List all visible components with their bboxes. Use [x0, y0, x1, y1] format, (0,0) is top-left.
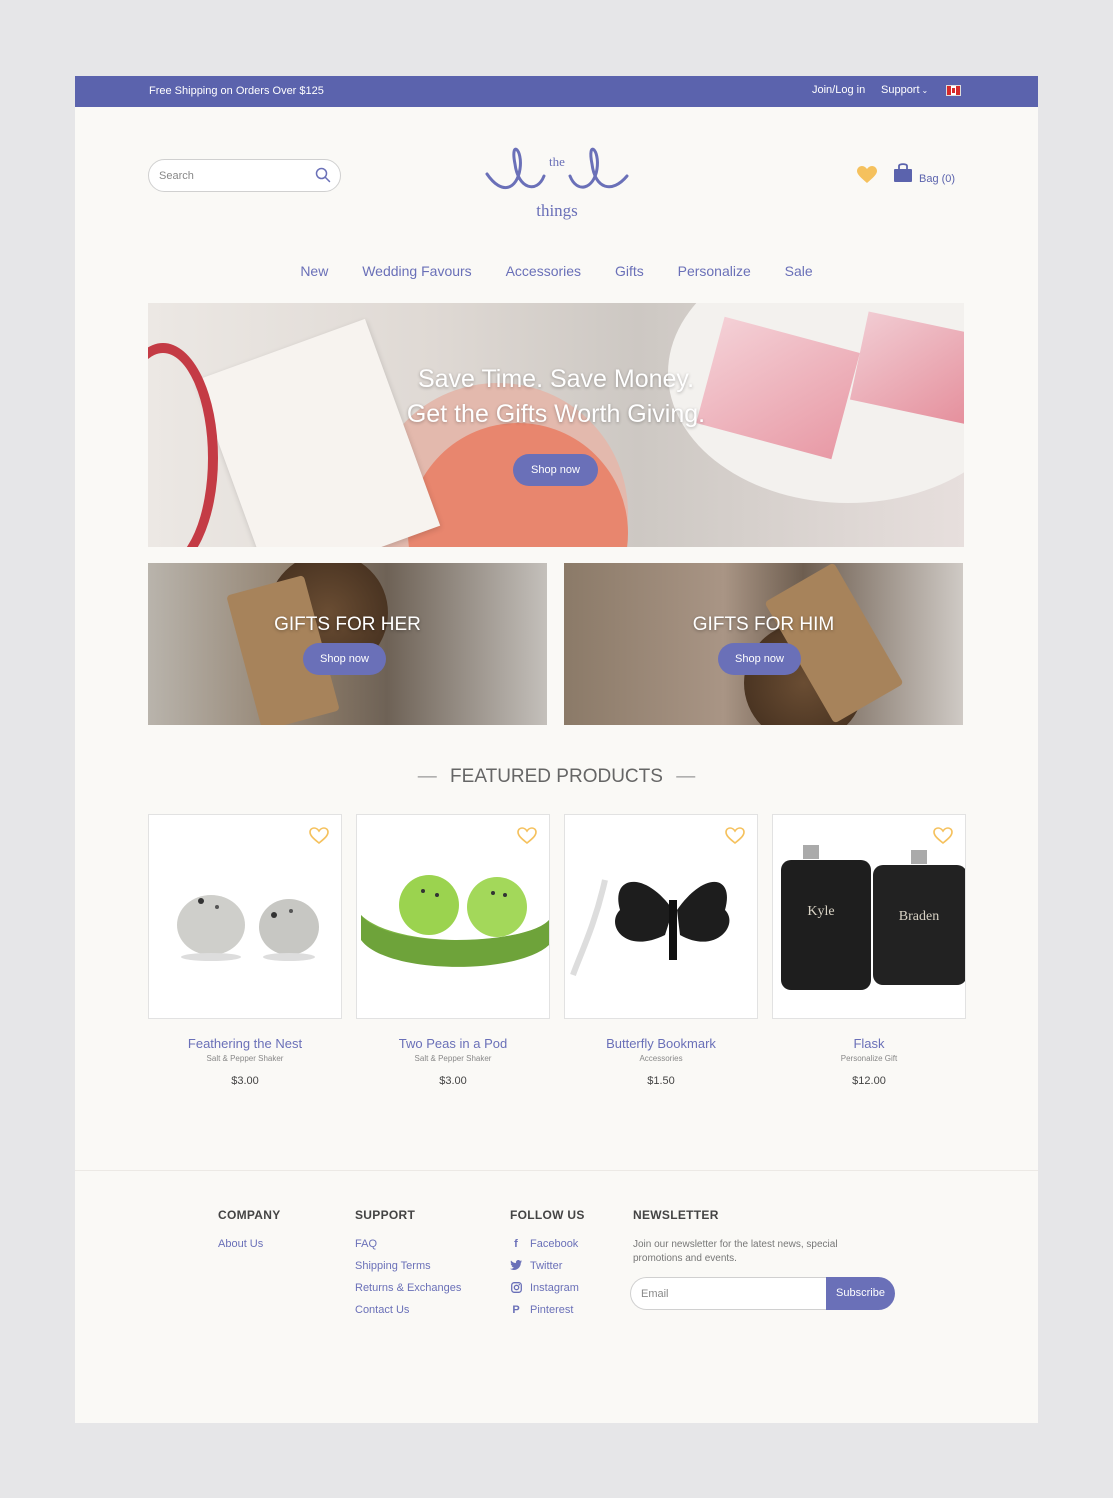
product-price: $3.00 — [439, 1075, 467, 1087]
footer-link-instagram[interactable]: Instagram — [510, 1282, 585, 1294]
footer-link-shipping-terms[interactable]: Shipping Terms — [355, 1260, 461, 1272]
product-image[interactable] — [356, 814, 550, 1019]
shipping-notice: Free Shipping on Orders Over $125 — [149, 85, 324, 97]
email-field[interactable] — [630, 1277, 830, 1310]
product-category: Salt & Pepper Shaker — [414, 1054, 492, 1063]
bag-button[interactable]: Bag (0) — [893, 162, 963, 186]
join-login-link[interactable]: Join/Log in — [812, 84, 865, 96]
engraving-braden: Braden — [899, 909, 939, 924]
nav-item-personalize[interactable]: Personalize — [678, 263, 751, 279]
subscribe-button[interactable]: Subscribe — [826, 1277, 895, 1310]
chevron-down-icon: ⌄ — [921, 86, 929, 95]
hero-card-image — [195, 318, 441, 547]
product-name[interactable]: Feathering the Nest — [148, 1036, 342, 1051]
search-icon[interactable] — [315, 167, 331, 188]
hero-headline-1: Save Time. Save Money. — [417, 365, 695, 393]
heading-dash: — — [417, 766, 437, 787]
footer-heading-company: COMPANY — [218, 1208, 281, 1222]
product-price: $12.00 — [852, 1075, 886, 1087]
product-card[interactable]: Butterfly Bookmark Accessories $1.50 — [564, 814, 758, 1087]
product-name[interactable]: Two Peas in a Pod — [356, 1036, 550, 1051]
facebook-label: Facebook — [530, 1238, 579, 1250]
product-category: Accessories — [639, 1054, 683, 1063]
nav-item-accessories[interactable]: Accessories — [506, 263, 581, 279]
product-image[interactable]: Kyle Braden — [772, 814, 966, 1019]
footer-link-faq[interactable]: FAQ — [355, 1238, 461, 1250]
product-category: Personalize Gift — [840, 1054, 898, 1063]
pinterest-icon: P — [512, 1304, 520, 1316]
canada-flag-icon[interactable] — [946, 85, 961, 96]
footer-heading-follow: FOLLOW US — [510, 1208, 585, 1222]
support-menu[interactable]: Support ⌄ — [881, 84, 928, 96]
wishlist-heart-icon[interactable] — [933, 827, 953, 850]
footer-link-contact-us[interactable]: Contact Us — [355, 1304, 461, 1316]
twitter-icon — [510, 1260, 522, 1273]
wishlist-heart-icon[interactable] — [725, 827, 745, 850]
newsletter-form: Subscribe — [630, 1277, 895, 1310]
pinterest-label: Pinterest — [530, 1304, 574, 1316]
logo[interactable]: the things — [482, 134, 632, 224]
promo-gifts-for-her[interactable]: GIFTS FOR HER Shop now — [148, 563, 547, 725]
footer-support: SUPPORT FAQ Shipping Terms Returns & Exc… — [355, 1208, 461, 1326]
product-price: $3.00 — [231, 1075, 259, 1087]
promo-her-shop-now-button[interactable]: Shop now — [303, 643, 386, 675]
promo-him-title: GIFTS FOR HIM — [692, 614, 835, 635]
footer-link-pinterest[interactable]: P Pinterest — [510, 1304, 585, 1316]
product-image[interactable] — [564, 814, 758, 1019]
page: Free Shipping on Orders Over $125 Join/L… — [75, 76, 1038, 1423]
footer-heading-support: SUPPORT — [355, 1208, 416, 1222]
facebook-icon: f — [514, 1238, 518, 1250]
logo-things: things — [536, 201, 578, 220]
top-bar: Free Shipping on Orders Over $125 Join/L… — [75, 76, 1038, 107]
newsletter-text: Join our newsletter for the latest news,… — [633, 1239, 838, 1264]
nav-item-sale[interactable]: Sale — [785, 263, 813, 279]
shopping-bag-icon — [893, 162, 913, 188]
logo-the: the — [549, 154, 565, 169]
engraving-kyle: Kyle — [807, 904, 834, 919]
footer-link-returns[interactable]: Returns & Exchanges — [355, 1282, 461, 1294]
instagram-icon — [510, 1282, 522, 1296]
footer-company: COMPANY About Us — [218, 1208, 281, 1260]
product-price: $1.50 — [647, 1075, 675, 1087]
product-card[interactable]: Two Peas in a Pod Salt & Pepper Shaker $… — [356, 814, 550, 1087]
heading-dash: — — [676, 766, 696, 787]
nav-item-new[interactable]: New — [300, 263, 328, 279]
product-name[interactable]: Butterfly Bookmark — [564, 1036, 758, 1051]
footer-follow: FOLLOW US f Facebook Twitter Instagram PP… — [510, 1208, 585, 1326]
product-image[interactable] — [148, 814, 342, 1019]
twitter-label: Twitter — [530, 1260, 563, 1272]
featured-title: FEATURED PRODUCTS — [450, 766, 663, 787]
product-card[interactable]: Kyle Braden Flask Personalize Gift $12.0… — [772, 814, 966, 1087]
instagram-label: Instagram — [530, 1282, 579, 1294]
product-card[interactable]: Feathering the Nest Salt & Pepper Shaker… — [148, 814, 342, 1087]
product-name[interactable]: Flask — [772, 1036, 966, 1051]
nav-item-gifts[interactable]: Gifts — [615, 263, 644, 279]
search-input[interactable] — [159, 168, 309, 184]
footer-heading-newsletter: NEWSLETTER — [633, 1208, 719, 1222]
support-label: Support — [881, 84, 920, 96]
footer-link-facebook[interactable]: f Facebook — [510, 1238, 585, 1250]
wishlist-heart-icon[interactable] — [309, 827, 329, 850]
hero-shop-now-button[interactable]: Shop now — [513, 454, 598, 486]
promo-gifts-for-him[interactable]: GIFTS FOR HIM Shop now — [564, 563, 963, 725]
bag-label: Bag (0) — [919, 173, 956, 185]
wishlist-heart-icon[interactable] — [517, 827, 537, 850]
footer-link-twitter[interactable]: Twitter — [510, 1260, 585, 1272]
promo-him-shop-now-button[interactable]: Shop now — [718, 643, 801, 675]
promo-her-title: GIFTS FOR HER — [274, 614, 421, 635]
hero-banner: Save Time. Save Money. Get the Gifts Wor… — [148, 303, 964, 547]
nav-item-wedding-favours[interactable]: Wedding Favours — [362, 263, 471, 279]
wishlist-heart-icon[interactable] — [857, 166, 877, 189]
main-nav: New Wedding Favours Accessories Gifts Pe… — [75, 263, 1038, 279]
footer-link-about-us[interactable]: About Us — [218, 1238, 281, 1250]
product-category: Salt & Pepper Shaker — [206, 1054, 284, 1063]
featured-heading: — FEATURED PRODUCTS — — [75, 766, 1038, 788]
footer-newsletter: NEWSLETTER Join our newsletter for the l… — [633, 1208, 873, 1266]
hero-headline-2: Get the Gifts Worth Giving. — [406, 400, 706, 428]
search-box — [148, 159, 341, 192]
